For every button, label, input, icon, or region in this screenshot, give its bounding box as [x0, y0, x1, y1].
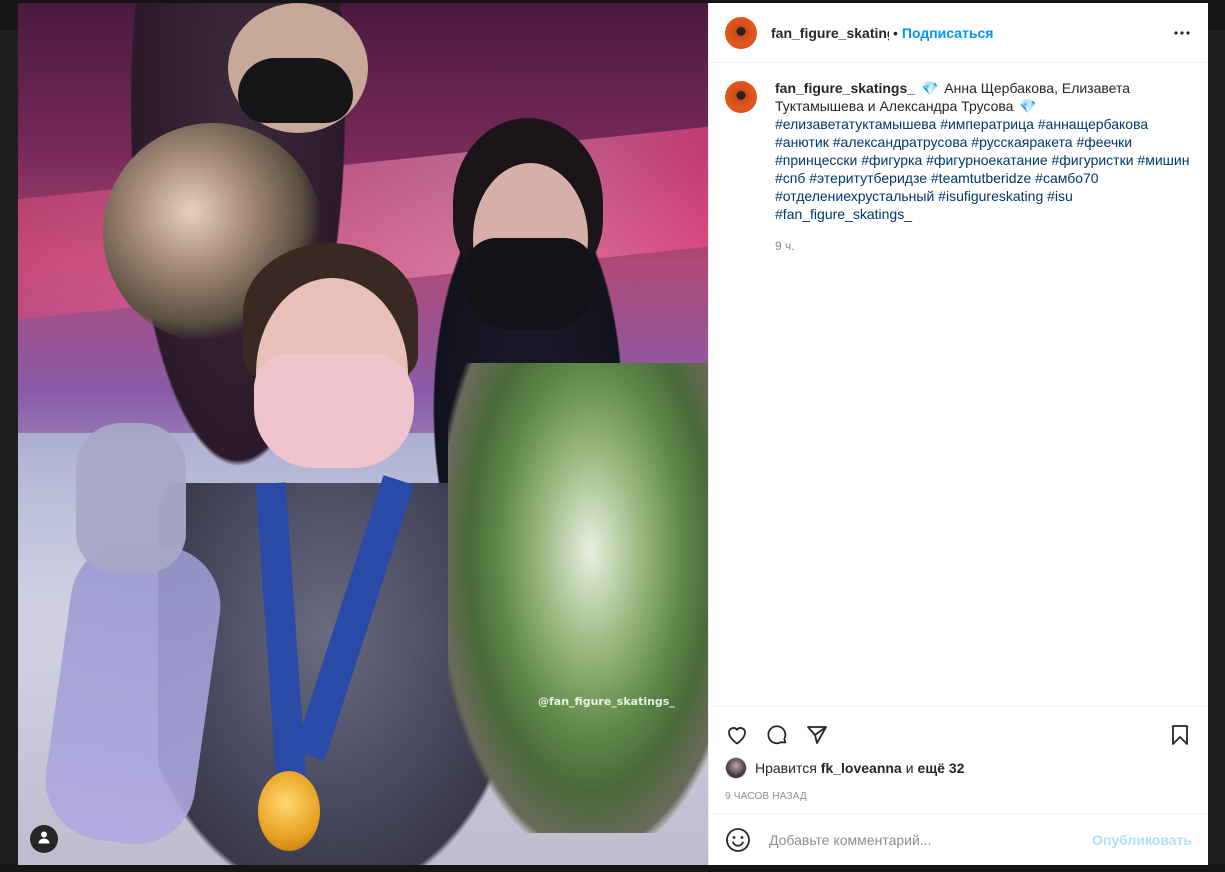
skater-waving-hand	[76, 423, 186, 573]
liker-username[interactable]: fk_loveanna	[821, 760, 902, 776]
comment-input[interactable]	[767, 830, 1093, 849]
more-options-icon[interactable]	[1172, 23, 1192, 43]
heart-icon[interactable]	[725, 723, 749, 747]
diamond-icon: 💎	[920, 80, 939, 96]
skater-pink-mask	[254, 353, 414, 468]
post-header: fan_figure_skatings • Подписаться	[709, 3, 1208, 63]
caption-time: 9 ч.	[775, 239, 795, 253]
post-actions: Нравится fk_loveanna и ещё 32 9 ЧАСОВ НА…	[709, 706, 1208, 813]
skater-bouquet	[448, 363, 708, 833]
emoji-icon[interactable]	[725, 827, 751, 853]
caption-body: fan_figure_skatings_ 💎 Анна Щербакова, Е…	[775, 79, 1192, 255]
likes-prefix: Нравится	[755, 760, 817, 776]
author-avatar[interactable]	[725, 16, 757, 49]
likes-and: и	[905, 760, 914, 776]
page-backdrop-bottom	[0, 864, 1225, 872]
caption-username[interactable]: fan_figure_skatings_	[775, 80, 915, 96]
author-username[interactable]: fan_figure_skatings	[771, 25, 889, 41]
post-side-panel: fan_figure_skatings • Подписаться fan_fi…	[708, 3, 1208, 865]
diamond-icon: 💎	[1019, 98, 1037, 114]
person-right-mask	[466, 238, 594, 330]
separator-dot: •	[893, 24, 898, 41]
action-bar	[725, 715, 1192, 755]
user-icon	[37, 830, 51, 849]
bookmark-icon[interactable]	[1168, 723, 1192, 747]
gold-medal	[258, 771, 320, 851]
comments-area: fan_figure_skatings_ 💎 Анна Щербакова, Е…	[709, 63, 1208, 706]
likes-more[interactable]: ещё 32	[918, 760, 965, 776]
post-timestamp: 9 ЧАСОВ НАЗАД	[725, 791, 807, 802]
caption: fan_figure_skatings_ 💎 Анна Щербакова, Е…	[725, 79, 1192, 255]
caption-avatar[interactable]	[725, 81, 757, 113]
tagged-users-button[interactable]	[30, 825, 58, 853]
publish-button[interactable]: Опубликовать	[1092, 832, 1192, 848]
caption-hashtags[interactable]: #елизаветатуктамышева #императрица #анна…	[775, 116, 1189, 222]
post-photo[interactable]: @fan_figure_skatings_	[18, 3, 708, 865]
photo-watermark: @fan_figure_skatings_	[538, 695, 675, 708]
liker-avatar[interactable]	[725, 757, 747, 779]
post-modal: @fan_figure_skatings_ fan_figure_skating…	[18, 3, 1208, 865]
likes-summary: Нравится fk_loveanna и ещё 32	[725, 757, 1192, 779]
follow-button[interactable]: Подписаться	[902, 25, 994, 41]
comment-form: Опубликовать	[709, 813, 1208, 865]
person-background-mask	[238, 58, 353, 123]
comment-icon[interactable]	[765, 723, 789, 747]
paper-plane-icon[interactable]	[805, 723, 829, 747]
